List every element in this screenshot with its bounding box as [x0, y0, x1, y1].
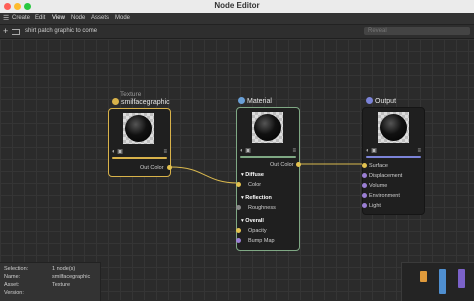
output-surface-port[interactable]	[362, 163, 367, 168]
info-key-name: Name:	[4, 274, 21, 280]
info-key-asset: Asset:	[4, 282, 20, 288]
toolbar: + shirt patch graphic to come Reveal	[0, 25, 474, 39]
menu-assets[interactable]: Assets	[91, 13, 109, 24]
minimap[interactable]	[401, 262, 474, 301]
window-titlebar: Node Editor	[0, 0, 474, 14]
preview-icon[interactable]: ◐ ▣	[112, 149, 123, 155]
material-opacity-label: Opacity	[248, 228, 267, 234]
texture-node-accent	[112, 157, 167, 159]
texture-preview-thumbnail	[123, 113, 154, 144]
output-node-header[interactable]: Output	[366, 97, 396, 105]
list-icon[interactable]: ≡	[292, 148, 296, 154]
hamburger-icon[interactable]: ☰	[3, 15, 9, 22]
output-preview-thumbnail	[378, 112, 409, 143]
info-value-name: smilfacegraphic	[52, 274, 91, 280]
output-displacement-port[interactable]	[362, 173, 367, 178]
material-opacity-port[interactable]	[236, 228, 241, 233]
texture-node-icon	[112, 98, 119, 105]
material-bump-map-port[interactable]	[236, 238, 241, 243]
output-node-icon	[366, 97, 373, 104]
menu-node[interactable]: Node	[71, 13, 85, 24]
command-text[interactable]: shirt patch graphic to come	[25, 28, 97, 34]
section-reflection[interactable]: ▾ Reflection	[241, 195, 272, 201]
texture-node-toolbar: ◐ ▣ ≡	[112, 149, 167, 155]
output-environment-label: Environment	[369, 193, 400, 199]
material-node-name: Material	[247, 98, 272, 105]
material-node-accent	[240, 156, 296, 158]
output-node[interactable]: ◐ ▣ ≡ Surface Displacement Volume Enviro…	[362, 107, 425, 215]
material-node-header[interactable]: Material	[238, 97, 272, 105]
texture-node[interactable]: ◐ ▣ ≡ Out Color	[108, 108, 172, 177]
info-key-version: Version:	[4, 290, 24, 296]
minimap-marker-texture	[420, 271, 427, 282]
material-node[interactable]: ◐ ▣ ≡ Out Color ▾ Diffuse Color ▾ Reflec…	[236, 107, 301, 251]
search-placeholder: Reveal	[368, 28, 387, 34]
minimap-marker-material	[439, 269, 446, 294]
menu-create[interactable]: Create	[12, 13, 30, 24]
output-environment-port[interactable]	[362, 193, 367, 198]
material-node-icon	[238, 97, 245, 104]
texture-node-name: smilfacegraphic	[121, 99, 170, 106]
output-surface-label: Surface	[369, 163, 388, 169]
window-title: Node Editor	[214, 1, 260, 10]
selection-info-panel: Selection: 1 node(s) Name: smilfacegraph…	[0, 262, 101, 301]
material-preview-thumbnail	[252, 112, 283, 143]
add-node-icon[interactable]: +	[3, 25, 8, 37]
list-icon[interactable]: ≡	[417, 148, 421, 154]
step-icon[interactable]	[12, 29, 20, 35]
texture-out-color-port[interactable]	[167, 165, 172, 170]
list-icon[interactable]: ≡	[163, 149, 167, 155]
material-roughness-label: Roughness	[248, 205, 276, 211]
output-node-name: Output	[375, 98, 397, 105]
texture-node-header[interactable]: smilfacegraphic	[112, 98, 170, 106]
material-out-color-label: Out Color	[270, 162, 294, 168]
texture-node-type-label: Texture	[120, 91, 142, 98]
material-out-color-port[interactable]	[296, 162, 301, 167]
output-node-toolbar: ◐ ▣ ≡	[366, 148, 421, 154]
preview-icon[interactable]: ◐ ▣	[366, 148, 377, 154]
material-color-label: Color	[248, 182, 262, 188]
info-value-selection: 1 node(s)	[52, 266, 76, 272]
texture-out-color-label: Out Color	[140, 165, 164, 171]
menu-view[interactable]: View	[52, 13, 65, 24]
output-light-port[interactable]	[362, 203, 367, 208]
output-node-accent	[366, 156, 421, 158]
info-value-asset: Texture	[52, 282, 71, 288]
material-color-port[interactable]	[236, 182, 241, 187]
material-bump-map-label: Bump Map	[248, 238, 275, 244]
minimap-marker-output	[458, 269, 465, 288]
preview-icon[interactable]: ◐ ▣	[240, 148, 251, 154]
material-roughness-port[interactable]	[236, 205, 241, 210]
output-light-label: Light	[369, 203, 381, 209]
reveal-search-field[interactable]: Reveal	[364, 27, 470, 35]
output-displacement-label: Displacement	[369, 173, 403, 179]
material-node-toolbar: ◐ ▣ ≡	[240, 148, 296, 154]
menu-bar: ☰ Create Edit View Node Assets Mode	[0, 13, 474, 25]
output-volume-label: Volume	[369, 183, 388, 189]
output-volume-port[interactable]	[362, 183, 367, 188]
section-overall[interactable]: ▾ Overall	[241, 218, 264, 224]
menu-edit[interactable]: Edit	[35, 13, 45, 24]
section-diffuse[interactable]: ▾ Diffuse	[241, 172, 264, 178]
info-key-selection: Selection:	[4, 266, 29, 272]
menu-mode[interactable]: Mode	[115, 13, 130, 24]
